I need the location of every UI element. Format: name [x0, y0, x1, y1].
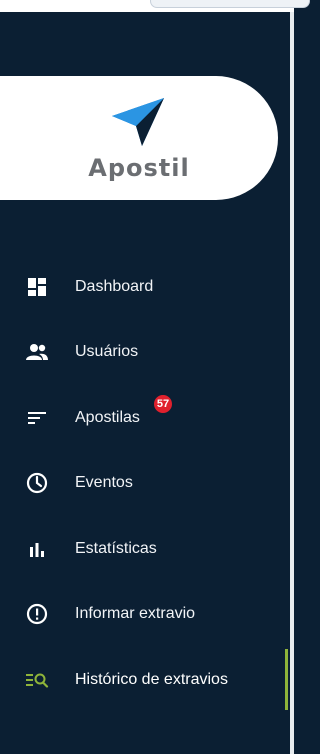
- bar-chart-icon: [24, 536, 50, 562]
- sidebar-item-apostilas[interactable]: Apostilas 57: [0, 385, 294, 451]
- history-search-icon: [24, 667, 50, 693]
- top-tab: [150, 0, 310, 8]
- sidebar-item-label: Dashboard: [75, 277, 154, 295]
- sidebar-item-usuarios[interactable]: Usuários: [0, 320, 294, 386]
- sidebar-item-informar-extravio[interactable]: Informar extravio: [0, 582, 294, 648]
- clock-icon: [24, 470, 50, 496]
- sidebar-item-eventos[interactable]: Eventos: [0, 451, 294, 517]
- sidebar-item-label: Usuários: [75, 343, 139, 361]
- sidebar-item-estatisticas[interactable]: Estatísticas: [0, 516, 294, 582]
- sidebar-nav: Dashboard Usuários Apostilas 57 Eventos …: [0, 254, 294, 713]
- sidebar-item-historico-de-extravios[interactable]: Histórico de extravios: [0, 647, 294, 713]
- sidebar-item-label: Estatísticas: [75, 539, 157, 557]
- content-edge: [290, 12, 294, 754]
- users-icon: [24, 339, 50, 365]
- sidebar-item-label: Apostilas: [75, 408, 140, 426]
- sidebar-item-label: Informar extravio: [75, 605, 196, 623]
- sidebar-item-dashboard[interactable]: Dashboard: [0, 254, 294, 320]
- top-strip: [0, 0, 310, 12]
- dashboard-icon: [24, 274, 50, 300]
- logo-card[interactable]: Apostil: [0, 76, 278, 200]
- active-indicator: [285, 649, 288, 710]
- alert-icon: [24, 601, 50, 627]
- paper-plane-logo-icon: [112, 98, 164, 146]
- list-icon: [24, 405, 50, 431]
- sidebar: Apostil Dashboard Usuários Apostilas 57 …: [0, 12, 294, 754]
- sidebar-item-label: Eventos: [75, 474, 133, 492]
- sidebar-item-label: Histórico de extravios: [75, 670, 228, 688]
- notification-badge: 57: [152, 393, 174, 415]
- brand-name: Apostil: [88, 154, 190, 182]
